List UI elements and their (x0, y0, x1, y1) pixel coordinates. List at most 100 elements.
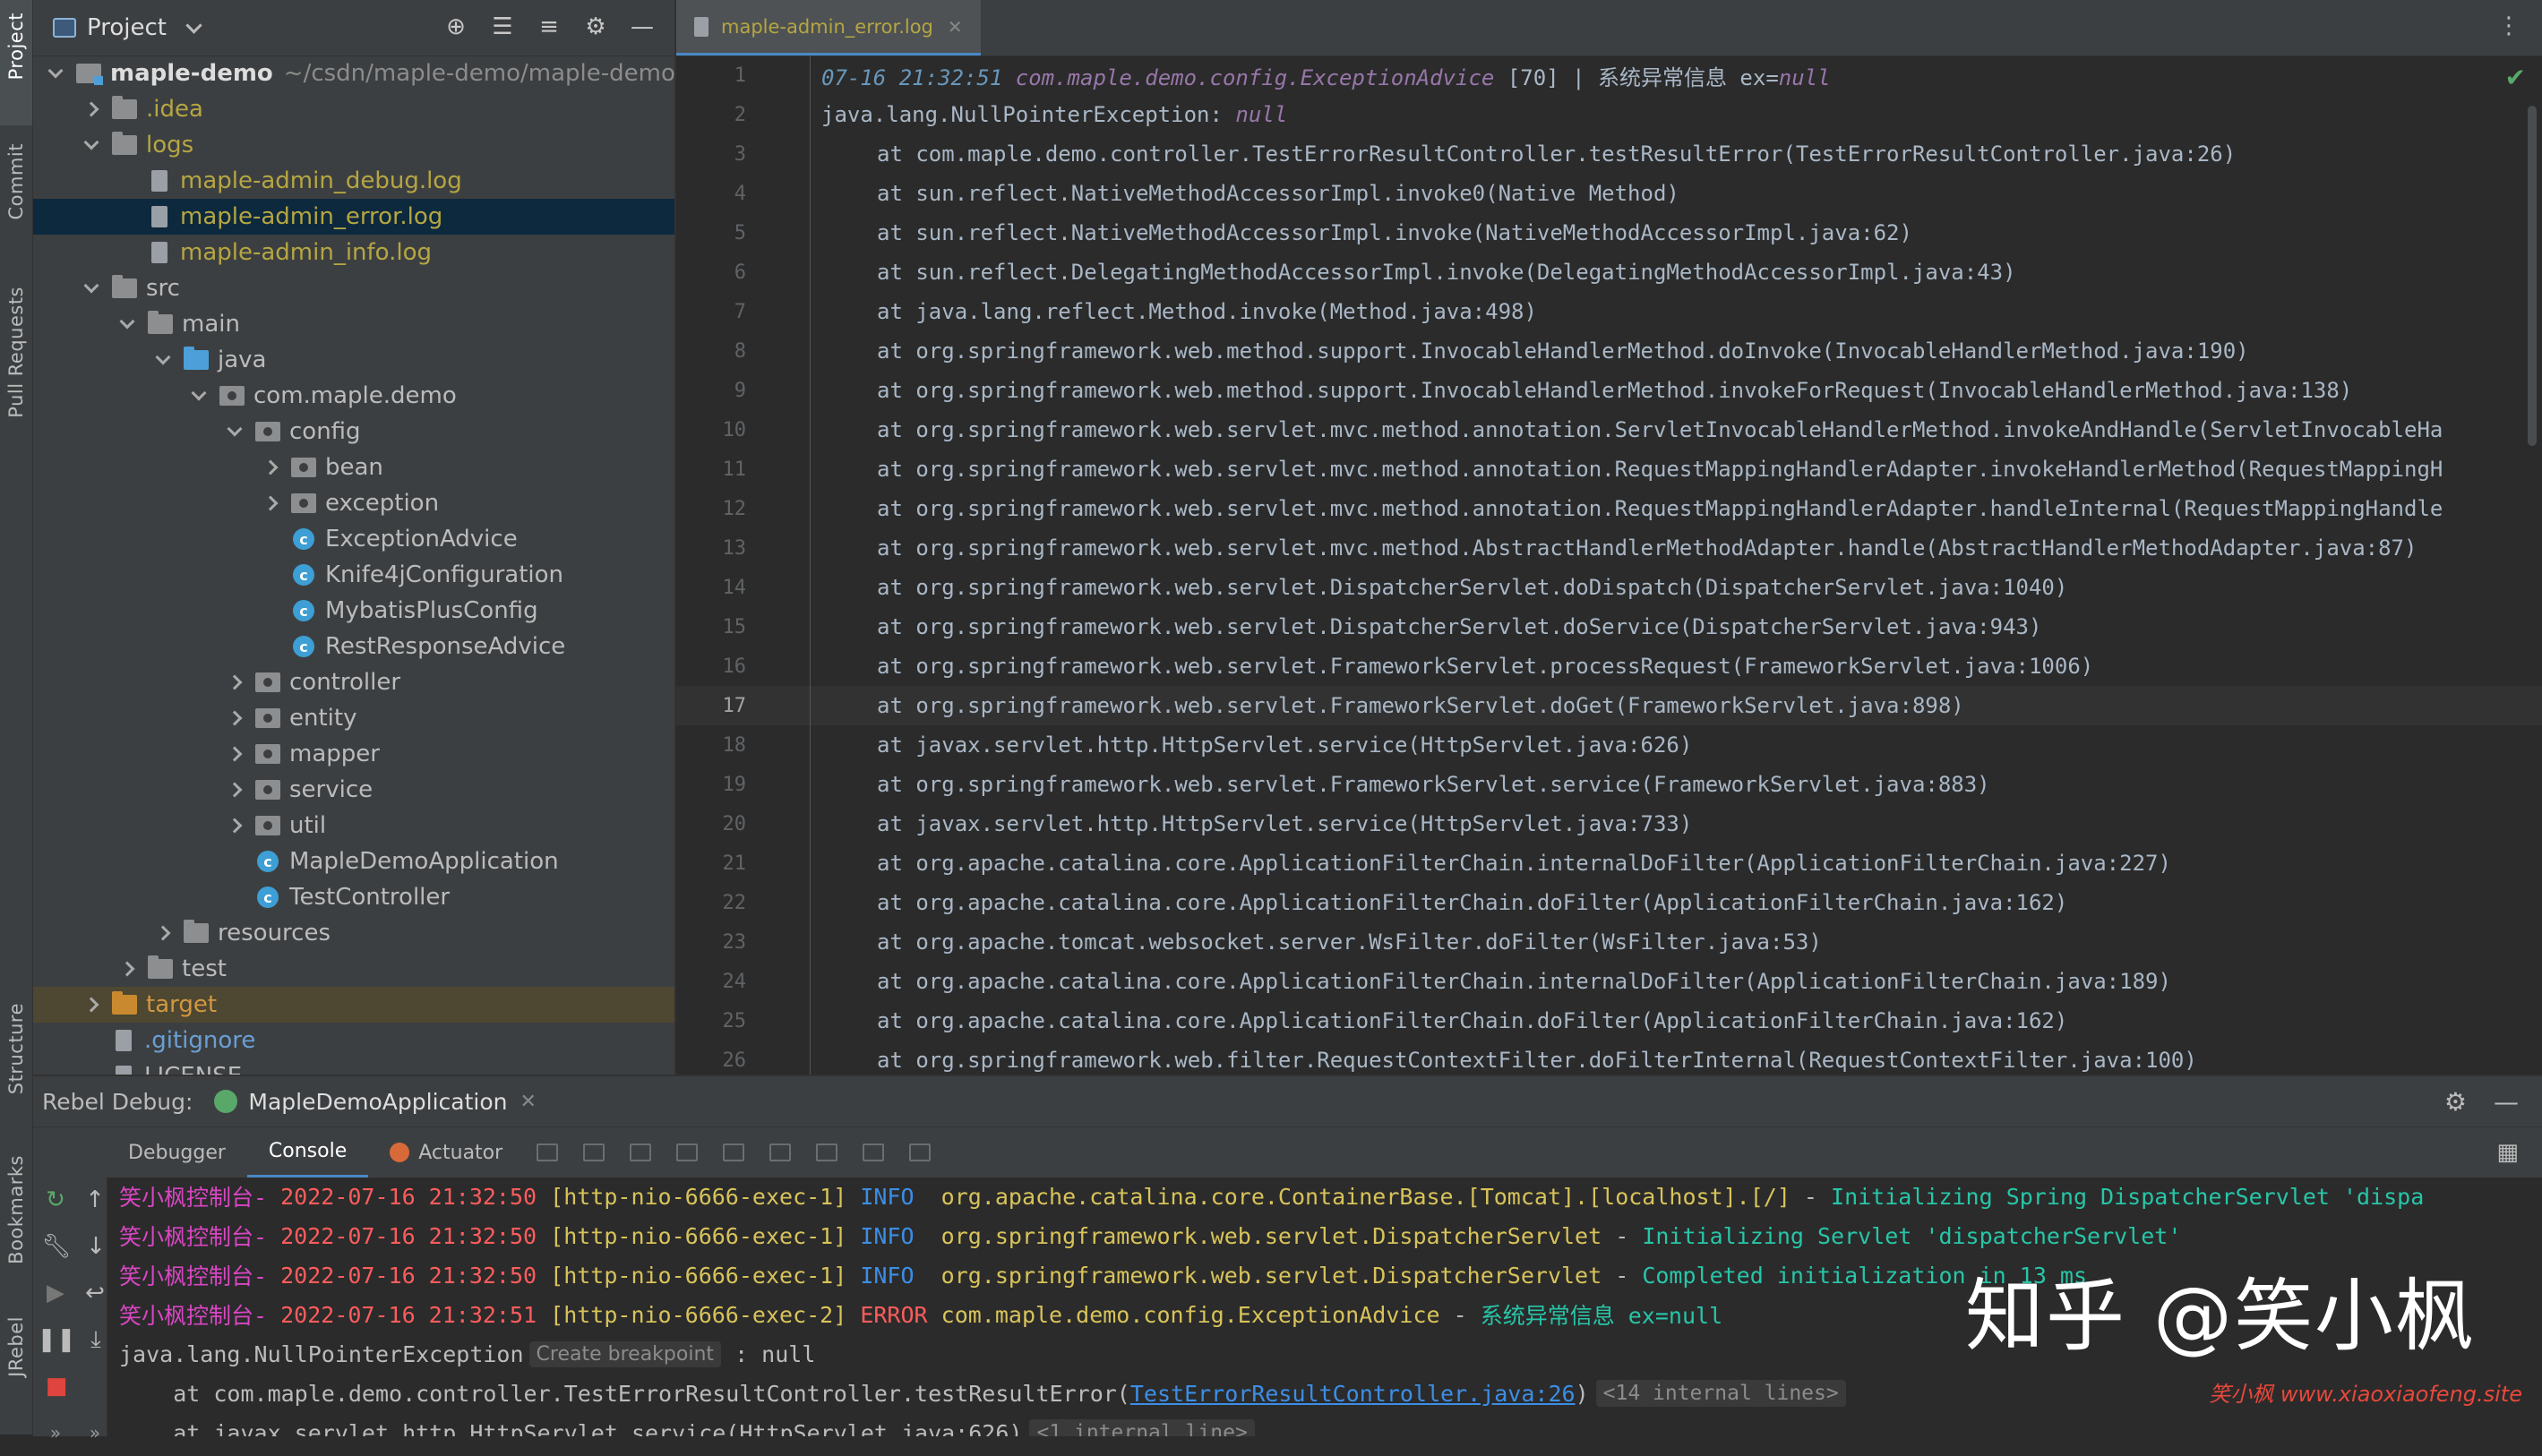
code-area[interactable]: 1 07-16 21:32:51 com.maple.demo.config.E… (676, 56, 2542, 1075)
tool-tab-project[interactable]: Project (0, 0, 32, 125)
more-vertical-icon[interactable]: ⋮ (2497, 13, 2521, 39)
tree-item[interactable]: controller (33, 664, 674, 700)
tab-actuator[interactable]: Actuator (368, 1127, 524, 1178)
threads-icon[interactable] (537, 1143, 559, 1161)
evaluate-icon[interactable] (863, 1143, 885, 1161)
chevron-right-icon[interactable] (153, 923, 173, 943)
step-over-icon[interactable] (583, 1143, 605, 1161)
chevron-right-icon[interactable] (225, 672, 245, 692)
resume-icon[interactable]: ▶ (44, 1280, 67, 1306)
tool-tab-jrebel[interactable]: JRebel (0, 1316, 32, 1424)
tree-item[interactable]: RestResponseAdvice (33, 629, 674, 664)
chevron-right-icon[interactable] (82, 995, 101, 1015)
tree-item[interactable]: maple-demo ~/csdn/maple-demo/maple-demo (33, 56, 674, 91)
vertical-scrollbar[interactable] (2528, 106, 2537, 446)
create-breakpoint-button[interactable]: Create breakpoint (528, 1340, 722, 1367)
scroll-to-end-icon[interactable]: ⤓ (85, 1326, 107, 1353)
tree-item[interactable]: src (33, 270, 674, 306)
run-to-cursor-icon[interactable] (816, 1143, 838, 1161)
tree-item[interactable]: MapleDemoApplication (33, 844, 674, 879)
chevron-right-icon[interactable] (261, 493, 280, 513)
chevron-down-icon[interactable] (117, 314, 137, 334)
tool-tab-commit[interactable]: Commit (0, 143, 32, 260)
tree-item[interactable]: resources (33, 915, 674, 951)
chevron-down-icon[interactable] (189, 386, 209, 406)
soft-wrap-icon[interactable]: ↩ (83, 1280, 107, 1306)
stop-icon[interactable]: ■ (44, 1373, 69, 1400)
minimize-icon[interactable]: — (630, 13, 655, 40)
tree-item[interactable]: service (33, 772, 674, 808)
tree-item[interactable]: maple-admin_error.log (33, 199, 674, 235)
collapse-all-icon[interactable]: ≡ (537, 13, 562, 40)
up-arrow-icon[interactable]: ↑ (83, 1186, 107, 1213)
gear-icon[interactable]: ⚙ (583, 13, 608, 40)
chevron-right-icon[interactable] (225, 708, 245, 728)
chevron-down-icon[interactable] (82, 278, 101, 298)
locate-icon[interactable]: ⊕ (443, 13, 468, 40)
tree-item[interactable]: TestController (33, 879, 674, 915)
tree-item[interactable]: bean (33, 450, 674, 485)
chevron-right-icon[interactable] (225, 816, 245, 835)
tool-tab-structure[interactable]: Structure (0, 1003, 32, 1128)
step-out-icon[interactable] (723, 1143, 745, 1161)
tree-item[interactable]: entity (33, 700, 674, 736)
tree-item[interactable]: exception (33, 485, 674, 521)
project-panel-title[interactable]: Project (87, 14, 167, 41)
tool-tab-bookmarks[interactable]: Bookmarks (0, 1155, 32, 1289)
tree-item[interactable]: .gitignore (33, 1023, 674, 1058)
chevron-down-icon[interactable] (225, 422, 245, 441)
chevron-down-icon[interactable] (82, 135, 101, 155)
tree-item[interactable]: config (33, 414, 674, 450)
chevron-down-icon[interactable] (185, 16, 202, 34)
trace-text: at com.maple.demo.controller.TestErrorRe… (119, 1380, 1130, 1407)
debug-app-tab[interactable]: MapleDemoApplication (248, 1089, 507, 1115)
expand-all-icon[interactable]: ☰ (490, 13, 515, 40)
pause-icon[interactable]: ❚❚ (37, 1326, 76, 1353)
internal-lines-fold[interactable]: <14 internal lines> (1595, 1380, 1846, 1407)
chevron-right-icon[interactable] (117, 959, 137, 979)
rerun-icon[interactable]: ↻ (44, 1186, 67, 1213)
more-icon-2[interactable]: » (83, 1420, 107, 1445)
step-into-icon[interactable] (630, 1143, 652, 1161)
tree-item[interactable]: mapper (33, 736, 674, 772)
tree-item[interactable]: main (33, 306, 674, 342)
down-arrow-icon[interactable]: ↓ (85, 1233, 107, 1260)
drop-frame-icon[interactable] (769, 1143, 792, 1161)
tree-item[interactable]: Knife4jConfiguration (33, 557, 674, 593)
tree-item[interactable]: test (33, 951, 674, 987)
close-icon[interactable]: ✕ (520, 1091, 536, 1113)
tree-item[interactable]: util (33, 808, 674, 844)
chevron-right-icon[interactable] (82, 99, 101, 119)
tree-item[interactable]: target (33, 987, 674, 1023)
tree-item[interactable]: ExceptionAdvice (33, 521, 674, 557)
code-line: 25 at org.apache.catalina.core.Applicatio… (676, 1001, 2542, 1041)
chevron-down-icon[interactable] (46, 64, 65, 83)
tab-debugger[interactable]: Debugger (107, 1127, 247, 1178)
tree-item[interactable]: MybatisPlusConfig (33, 593, 674, 629)
chevron-right-icon[interactable] (225, 744, 245, 764)
wrench-icon[interactable]: 🔧︎ (42, 1233, 72, 1260)
tab-console[interactable]: Console (246, 1127, 369, 1178)
tree-item[interactable]: maple-admin_info.log (33, 235, 674, 270)
left-tool-strip: Project Commit Pull Requests Structure B… (0, 0, 33, 1435)
tool-tab-pull-requests[interactable]: Pull Requests (0, 287, 32, 448)
close-icon[interactable]: ✕ (948, 16, 963, 38)
more-icon[interactable]: » (44, 1420, 67, 1445)
layout-icon[interactable]: ▦ (2496, 1139, 2519, 1166)
trace-icon[interactable] (909, 1143, 932, 1161)
minimize-icon[interactable]: — (2494, 1087, 2519, 1117)
tree-item[interactable]: java (33, 342, 674, 378)
editor-tab-error-log[interactable]: maple-admin_error.log ✕ (676, 0, 981, 56)
chevron-right-icon[interactable] (225, 780, 245, 800)
chevron-right-icon[interactable] (261, 458, 280, 477)
tree-item[interactable]: LICENSE (33, 1058, 674, 1075)
tree-item[interactable]: com.maple.demo (33, 378, 674, 414)
force-step-into-icon[interactable] (676, 1143, 699, 1161)
tree-item[interactable]: .idea (33, 91, 674, 127)
trace-link[interactable]: TestErrorResultController.java:26 (1130, 1381, 1576, 1407)
internal-lines-fold[interactable]: <1 internal line> (1029, 1419, 1255, 1436)
gear-icon[interactable]: ⚙ (2444, 1087, 2467, 1117)
tree-item[interactable]: maple-admin_debug.log (33, 163, 674, 199)
tree-item[interactable]: logs (33, 127, 674, 163)
chevron-down-icon[interactable] (153, 350, 173, 370)
